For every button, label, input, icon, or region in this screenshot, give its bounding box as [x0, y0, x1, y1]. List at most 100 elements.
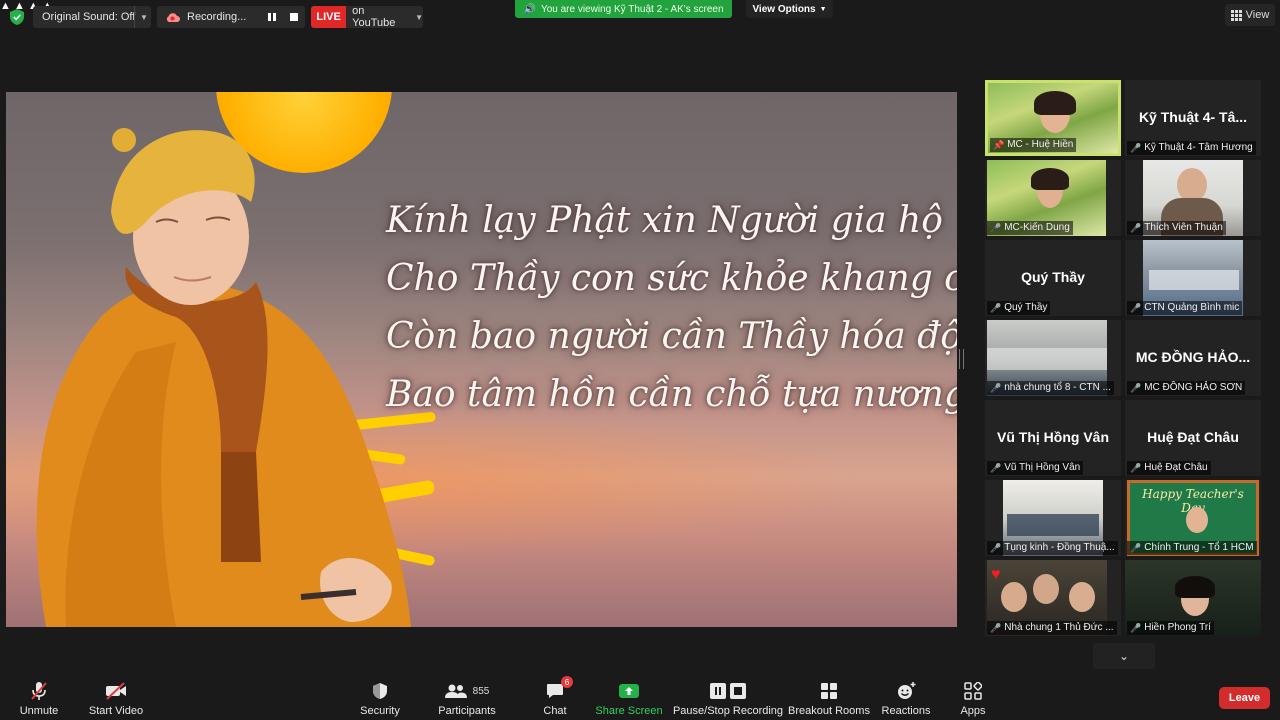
- participant-hair: [1031, 168, 1069, 190]
- viewing-screen-banner: 🔊 You are viewing Kỹ Thuật 2 - AK's scre…: [515, 0, 732, 18]
- smiley-plus-icon: [896, 680, 916, 702]
- participant-tile-mc-hue-hien[interactable]: 📌 MC - Huệ Hiền: [985, 80, 1121, 156]
- encryption-shield-icon[interactable]: [10, 9, 24, 25]
- video-off-icon: [105, 680, 127, 702]
- participant-name-label: 🎤 MC ĐỒNG HẢO SƠN: [1127, 381, 1246, 395]
- participant-tile-chinh-trung[interactable]: Happy Teacher's Day 🎤Chính Trung - Tổ 1 …: [1125, 480, 1261, 556]
- pin-icon: 📌: [993, 140, 1005, 150]
- pause-recording-icon[interactable]: [268, 13, 276, 21]
- shared-screen[interactable]: Kính lạy Phật xin Người gia hộ Cho Thầy …: [6, 92, 957, 627]
- participant-face: [1069, 582, 1095, 612]
- muted-mic-icon: 🎤: [990, 223, 1002, 233]
- security-label: Security: [360, 705, 400, 717]
- pause-stop-recording-button[interactable]: Pause/Stop Recording: [672, 680, 784, 720]
- participants-icon: 855: [444, 680, 489, 702]
- breakout-rooms-label: Breakout Rooms: [788, 705, 870, 717]
- chat-button[interactable]: 6 Chat: [535, 676, 575, 720]
- viewing-screen-text: You are viewing Kỹ Thuật 2 - AK's screen: [540, 3, 724, 15]
- chevron-down-icon: ▼: [819, 5, 827, 13]
- chat-label: Chat: [543, 705, 567, 717]
- unmute-button[interactable]: Unmute: [14, 680, 64, 720]
- participant-name-label: 🎤 Vũ Thị Hồng Vân: [987, 461, 1084, 475]
- participant-display-name: MC ĐỒNG HẢO...: [1135, 349, 1251, 365]
- participant-tile-ky-thuat-4[interactable]: Kỹ Thuật 4- Tâ... 🎤 Kỹ Thuật 4- Tâm Hương: [1125, 80, 1261, 156]
- participant-tile-quy-thay[interactable]: Quý Thầy 🎤 Quý Thầy: [985, 240, 1121, 316]
- reactions-label: Reactions: [881, 705, 931, 717]
- share-screen-button[interactable]: Share Screen: [595, 680, 663, 720]
- participant-tile-mc-dong-hao-son[interactable]: MC ĐỒNG HẢO... 🎤 MC ĐỒNG HẢO SƠN: [1125, 320, 1261, 396]
- participant-name-label: 🎤 Nhà chung 1 Thủ Đức ...: [987, 621, 1117, 635]
- view-layout-label: View: [1245, 9, 1270, 21]
- panel-resize-handle[interactable]: [959, 349, 964, 369]
- muted-mic-icon: 🎤: [1130, 543, 1142, 553]
- participant-display-name: Huệ Đạt Châu: [1147, 429, 1239, 445]
- livestream-control[interactable]: LIVE on YouTube ▼: [311, 5, 423, 29]
- recording-label: Recording...: [187, 11, 247, 23]
- chat-unread-badge: 6: [561, 676, 573, 688]
- participant-name-label: 🎤 nhà chung tổ 8 - CTN ...: [987, 381, 1114, 395]
- participant-hair: [1034, 91, 1076, 115]
- participant-face: [1177, 168, 1207, 202]
- participant-name-label: 🎤 MC-Kiến Dung: [987, 221, 1073, 235]
- participant-face: [1001, 582, 1027, 612]
- share-screen-icon: [618, 680, 640, 702]
- participant-tile-ctn-quang-binh[interactable]: 🎤 CTN Quảng Bình mic: [1125, 240, 1261, 316]
- muted-mic-icon: 🎤: [1130, 623, 1142, 633]
- participant-tile-nha-chung-to-8[interactable]: 🎤 nhà chung tổ 8 - CTN ...: [985, 320, 1121, 396]
- muted-mic-icon: 🎤: [990, 623, 1002, 633]
- share-screen-label: Share Screen: [595, 705, 663, 717]
- chevron-down-icon[interactable]: ▼: [415, 13, 423, 22]
- muted-mic-icon: 🎤: [1130, 143, 1142, 153]
- participant-tile-hue-dat-chau[interactable]: Huệ Đạt Châu 🎤 Huệ Đạt Châu: [1125, 400, 1261, 476]
- original-sound-toggle[interactable]: Original Sound: Off ▼: [33, 6, 151, 28]
- participant-tile-vu-thi-hong-van[interactable]: Vũ Thị Hồng Vân 🎤 Vũ Thị Hồng Vân: [985, 400, 1121, 476]
- participant-name-label: 🎤 Quý Thầy: [987, 301, 1051, 315]
- chevron-down-icon[interactable]: ▼: [140, 13, 148, 22]
- breakout-rooms-icon: [820, 680, 838, 702]
- start-video-button[interactable]: Start Video: [86, 680, 146, 720]
- participant-display-name: Kỹ Thuật 4- Tâ...: [1138, 109, 1248, 125]
- live-target-label: on YouTube: [352, 5, 396, 29]
- leave-button[interactable]: Leave: [1219, 687, 1270, 709]
- security-button[interactable]: Security: [355, 680, 405, 720]
- grid-icon: [1230, 9, 1242, 21]
- poem-line: Còn bao người cần Thầy hóa độ: [386, 316, 957, 357]
- gallery-next-page-button[interactable]: ⌄: [1093, 643, 1155, 669]
- view-options-button[interactable]: View Options ▼: [746, 0, 833, 18]
- reactions-button[interactable]: Reactions: [880, 680, 932, 720]
- muted-mic-icon: 🎤: [1130, 303, 1142, 313]
- participant-name-label: 🎤 Kỹ Thuật 4- Tâm Hương: [1127, 141, 1256, 155]
- muted-mic-icon: [30, 680, 48, 702]
- poem-line: Kính lạy Phật xin Người gia hộ: [386, 200, 943, 241]
- participant-face: [1186, 507, 1208, 533]
- poem-line: Bao tâm hồn cần chỗ tựa nương: [386, 374, 957, 415]
- participant-group: [1007, 514, 1099, 536]
- stop-recording-icon[interactable]: [290, 13, 298, 21]
- muted-mic-icon: 🎤: [990, 383, 1002, 393]
- participant-tile-thich-vien-thuan[interactable]: 🎤 Thích Viên Thuận: [1125, 160, 1261, 236]
- apps-label: Apps: [960, 705, 986, 717]
- shield-icon: [372, 680, 388, 702]
- cloud-recording-icon: [166, 12, 180, 22]
- participants-button[interactable]: 855 Participants: [437, 680, 497, 720]
- unmute-label: Unmute: [19, 705, 59, 717]
- view-layout-button[interactable]: View: [1225, 4, 1275, 26]
- apps-icon: [964, 680, 982, 702]
- pause-stop-recording-label: Pause/Stop Recording: [672, 705, 784, 717]
- apps-button[interactable]: Apps: [953, 680, 993, 720]
- poem-line: Cho Thầy con sức khỏe khang cường: [386, 258, 957, 299]
- participant-name-label: 🎤 Thích Viên Thuận: [1127, 221, 1226, 235]
- participant-tile-tung-kinh[interactable]: 🎤 Tụng kinh - Đồng Thuậ...: [985, 480, 1121, 556]
- live-badge: LIVE: [311, 6, 347, 28]
- participant-name-label: 🎤 Huệ Đạt Châu: [1127, 461, 1211, 475]
- participant-tile-mc-kien-dung[interactable]: 🎤 MC-Kiến Dung: [985, 160, 1121, 236]
- participant-tile-nha-chung-1[interactable]: ♥ 🎤 Nhà chung 1 Thủ Đức ...: [985, 560, 1121, 636]
- chevron-down-icon: ⌄: [1118, 649, 1130, 663]
- heart-reaction-icon: ♥: [991, 566, 1001, 583]
- breakout-rooms-button[interactable]: Breakout Rooms: [788, 680, 870, 720]
- participant-face: [1033, 574, 1059, 604]
- participant-hair: [1175, 576, 1215, 598]
- monk-portrait: [36, 128, 412, 627]
- participant-tile-hien-phong-tri[interactable]: 🎤 Hiền Phong Trí: [1125, 560, 1261, 636]
- muted-mic-icon: 🎤: [1130, 383, 1142, 393]
